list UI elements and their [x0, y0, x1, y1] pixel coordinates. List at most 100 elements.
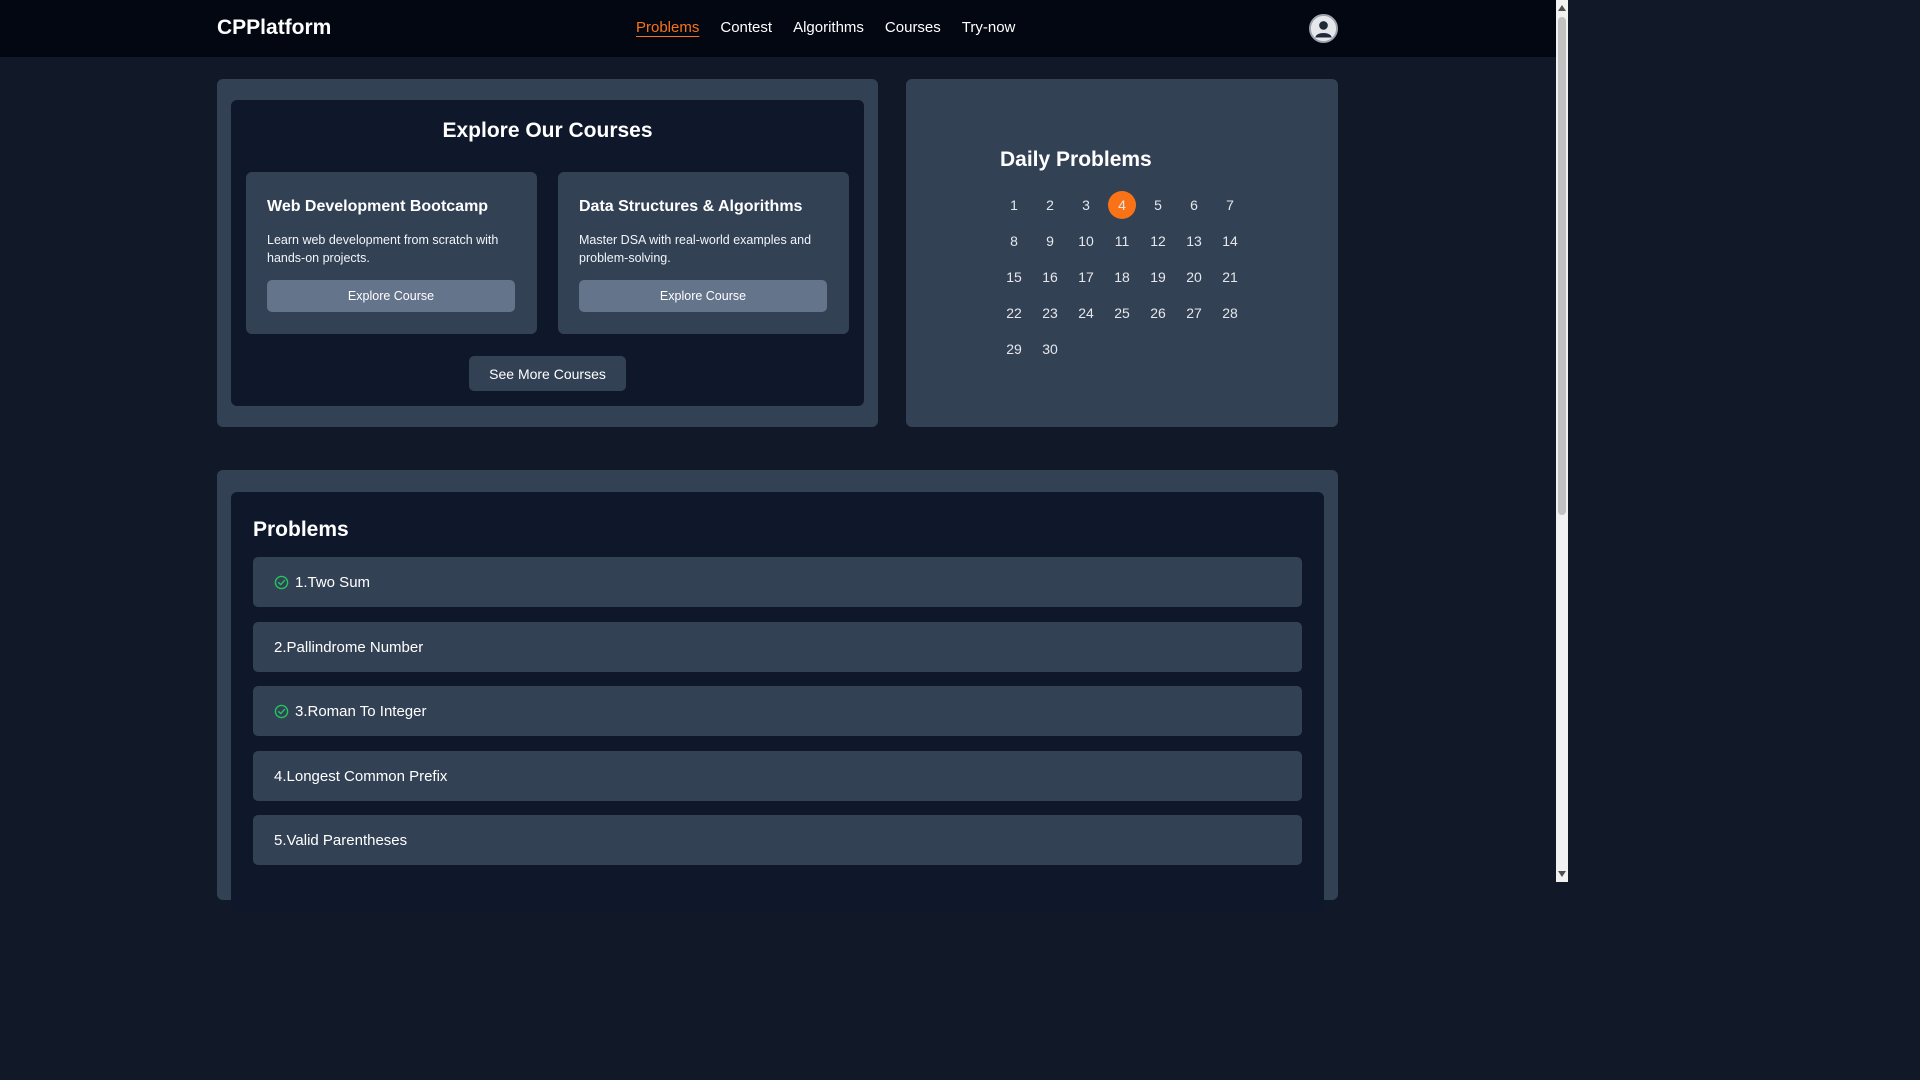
courses-panel: Explore Our Courses Web Development Boot…	[217, 79, 878, 427]
calendar-day-label: 3	[1082, 197, 1090, 213]
calendar-day-15[interactable]: 15	[996, 259, 1032, 295]
daily-problems-panel: Daily Problems 1 2 3 4 5 6 7 8 9 10 11 12 13 14 15 16 17…	[906, 79, 1338, 427]
problem-title: 3.Roman To Integer	[295, 702, 427, 720]
solved-check-icon	[274, 704, 289, 719]
calendar-day-8[interactable]: 8	[996, 223, 1032, 259]
nav-link-contest[interactable]: Contest	[720, 19, 772, 36]
courses-title: Explore Our Courses	[442, 119, 653, 142]
calendar-day-label: 5	[1154, 197, 1162, 213]
calendar-day-17[interactable]: 17	[1068, 259, 1104, 295]
calendar-day-label: 4	[1118, 197, 1126, 213]
course-description: Master DSA with real-world examples and …	[579, 233, 812, 265]
calendar-day-label: 20	[1186, 269, 1202, 285]
calendar-day-label: 13	[1186, 233, 1202, 249]
calendar-day-label: 18	[1114, 269, 1130, 285]
calendar-day-label: 30	[1042, 341, 1058, 357]
problem-title: 4.Longest Common Prefix	[274, 767, 448, 785]
problem-row[interactable]: 1.Two Sum	[253, 557, 1302, 607]
calendar-day-label: 21	[1222, 269, 1238, 285]
calendar-day-label: 25	[1114, 305, 1130, 321]
problem-row[interactable]: 3.Roman To Integer	[253, 686, 1302, 736]
calendar-day-16[interactable]: 16	[1032, 259, 1068, 295]
calendar-day-label: 16	[1042, 269, 1058, 285]
calendar-day-1[interactable]: 1	[996, 187, 1032, 223]
problem-title: 1.Two Sum	[295, 573, 371, 591]
calendar-day-20[interactable]: 20	[1176, 259, 1212, 295]
calendar-day-label: 23	[1042, 305, 1058, 321]
scroll-up-icon[interactable]	[1558, 5, 1566, 11]
calendar-day-label: 7	[1226, 197, 1234, 213]
problems-section: Problems 1.Two Sum 2.Pallindrome Number 3.…	[231, 492, 1324, 912]
calendar-day-27[interactable]: 27	[1176, 295, 1212, 331]
calendar-day-19[interactable]: 19	[1140, 259, 1176, 295]
calendar-day-label: 22	[1006, 305, 1022, 321]
calendar-day-label: 1	[1010, 197, 1018, 213]
calendar-day-label: 27	[1186, 305, 1202, 321]
calendar-day-label: 19	[1150, 269, 1166, 285]
user-avatar-icon[interactable]	[1309, 14, 1338, 43]
problem-title: 2.Pallindrome Number	[274, 638, 424, 656]
calendar-day-label: 24	[1078, 305, 1094, 321]
calendar-day-label: 8	[1010, 233, 1018, 249]
calendar-day-label: 15	[1006, 269, 1022, 285]
calendar-day-label: 11	[1114, 233, 1130, 249]
navbar: CPPlatform Problems Contest Algorithms C…	[0, 0, 1556, 57]
calendar-day-7[interactable]: 7	[1212, 187, 1248, 223]
scrollbar-thumb[interactable]	[1558, 17, 1566, 515]
course-title: Data Structures & Algorithms	[579, 198, 803, 215]
calendar-day-12[interactable]: 12	[1140, 223, 1176, 259]
calendar-day-23[interactable]: 23	[1032, 295, 1068, 331]
courses-section: Explore Our Courses Web Development Boot…	[231, 100, 864, 406]
calendar-day-label: 17	[1078, 269, 1094, 285]
calendar-day-6[interactable]: 6	[1176, 187, 1212, 223]
calendar-day-25[interactable]: 25	[1104, 295, 1140, 331]
calendar-day-label: 9	[1046, 233, 1054, 249]
calendar-day-29[interactable]: 29	[996, 331, 1032, 367]
calendar-day-11[interactable]: 11	[1104, 223, 1140, 259]
calendar-day-label: 28	[1222, 305, 1238, 321]
nav-link-problems[interactable]: Problems	[636, 19, 699, 36]
calendar-day-10[interactable]: 10	[1068, 223, 1104, 259]
calendar-day-label: 10	[1078, 233, 1094, 249]
problem-row[interactable]: 4.Longest Common Prefix	[253, 751, 1302, 801]
calendar-day-5[interactable]: 5	[1140, 187, 1176, 223]
nav-link-courses[interactable]: Courses	[885, 19, 941, 36]
calendar-day-26[interactable]: 26	[1140, 295, 1176, 331]
calendar-day-24[interactable]: 24	[1068, 295, 1104, 331]
calendar-day-30[interactable]: 30	[1032, 331, 1068, 367]
calendar-day-label: 2	[1046, 197, 1054, 213]
calendar-day-13[interactable]: 13	[1176, 223, 1212, 259]
calendar-day-9[interactable]: 9	[1032, 223, 1068, 259]
explore-course-button[interactable]: Explore Course	[579, 280, 827, 312]
calendar-day-3[interactable]: 3	[1068, 187, 1104, 223]
explore-course-button[interactable]: Explore Course	[267, 280, 515, 312]
nav-links: Problems Contest Algorithms Courses Try-…	[636, 19, 1015, 36]
calendar-day-label: 26	[1150, 305, 1166, 321]
calendar-day-28[interactable]: 28	[1212, 295, 1248, 331]
brand-logo[interactable]: CPPlatform	[217, 16, 331, 40]
nav-link-algorithms[interactable]: Algorithms	[793, 19, 864, 36]
calendar-day-label: 6	[1190, 197, 1198, 213]
problems-title: Problems	[253, 518, 349, 541]
course-card-dsa: Data Structures & Algorithms Master DSA …	[558, 172, 849, 334]
calendar-day-18[interactable]: 18	[1104, 259, 1140, 295]
course-card-web-dev: Web Development Bootcamp Learn web devel…	[246, 172, 537, 334]
calendar-day-label: 12	[1150, 233, 1166, 249]
nav-link-try-now[interactable]: Try-now	[962, 19, 1016, 36]
page-scrollbar[interactable]	[1556, 0, 1568, 882]
calendar-day-22[interactable]: 22	[996, 295, 1032, 331]
problem-row[interactable]: 2.Pallindrome Number	[253, 622, 1302, 672]
calendar-day-label: 29	[1006, 341, 1022, 357]
problem-row[interactable]: 5.Valid Parentheses	[253, 815, 1302, 865]
course-description: Learn web development from scratch with …	[267, 233, 499, 265]
calendar-day-2[interactable]: 2	[1032, 187, 1068, 223]
course-title: Web Development Bootcamp	[267, 198, 489, 215]
calendar-day-21[interactable]: 21	[1212, 259, 1248, 295]
see-more-courses-button[interactable]: See More Courses	[469, 356, 626, 391]
scroll-down-icon[interactable]	[1558, 871, 1566, 877]
problem-title: 5.Valid Parentheses	[274, 831, 408, 849]
calendar-day-4[interactable]: 4	[1104, 187, 1140, 223]
calendar-day-label: 14	[1222, 233, 1238, 249]
calendar-day-14[interactable]: 14	[1212, 223, 1248, 259]
daily-problems-title: Daily Problems	[1000, 148, 1152, 171]
